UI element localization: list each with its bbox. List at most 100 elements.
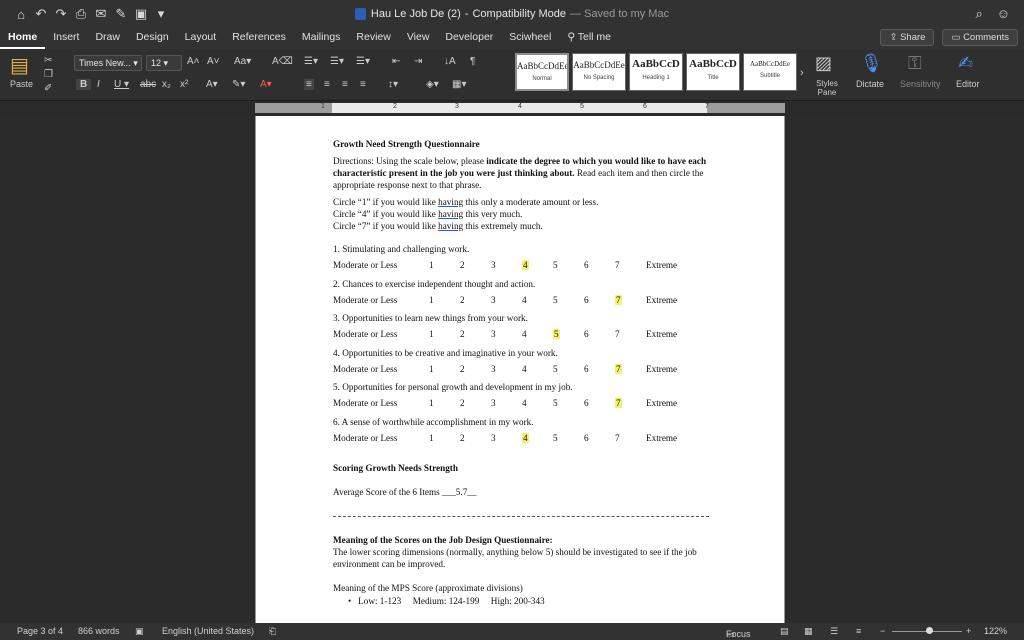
align-right-icon[interactable]: ≡ <box>342 79 348 90</box>
proofing-icon[interactable]: ▣ <box>135 626 144 637</box>
document-canvas[interactable]: Growth Need Strength Questionnaire Direc… <box>0 116 1024 623</box>
scale-option[interactable]: 4 <box>522 364 527 374</box>
home-icon[interactable]: ⌂ <box>14 7 28 22</box>
web-layout-icon[interactable]: ▦ <box>804 626 813 637</box>
zoom-slider-handle[interactable] <box>926 627 933 634</box>
customize-toolbar-icon[interactable]: ▾ <box>154 6 168 22</box>
scale-option[interactable]: 3 <box>491 398 496 408</box>
tab-draw[interactable]: Draw <box>87 28 128 49</box>
scale-option[interactable]: 4 <box>522 329 527 339</box>
scale-option[interactable]: 2 <box>460 295 465 305</box>
font-color-icon[interactable]: A▾ <box>260 79 272 90</box>
share-button[interactable]: ⇪ Share <box>880 29 935 46</box>
email-icon[interactable]: ✉ <box>94 6 108 22</box>
page-count[interactable]: Page 3 of 4 <box>17 626 63 636</box>
editor-icon[interactable]: ✍ <box>958 53 973 74</box>
scale-option[interactable]: 4 <box>522 398 527 408</box>
scale-option[interactable]: 1 <box>429 295 434 305</box>
show-marks-icon[interactable]: ¶ <box>470 56 475 67</box>
shading-icon[interactable]: ◈▾ <box>426 79 439 90</box>
shrink-font-icon[interactable]: A˅ <box>207 56 220 67</box>
scale-option[interactable]: 4 <box>522 295 527 305</box>
bold-icon[interactable]: B <box>76 79 92 90</box>
scale-option-selected[interactable]: 4 <box>522 432 529 443</box>
zoom-out-icon[interactable]: − <box>880 626 885 636</box>
tab-layout[interactable]: Layout <box>177 28 225 49</box>
scale-option[interactable]: 5 <box>553 398 558 408</box>
scale-option[interactable]: 1 <box>429 260 434 270</box>
styles-pane-label[interactable]: Styles Pane <box>812 79 842 97</box>
copy-icon[interactable]: ❐ <box>44 69 53 80</box>
multilevel-list-icon[interactable]: ☰▾ <box>356 56 370 67</box>
scale-option[interactable]: 2 <box>460 364 465 374</box>
account-icon[interactable]: ☺ <box>997 6 1010 22</box>
styles-pane-icon[interactable]: ▨ <box>815 53 832 74</box>
tab-references[interactable]: References <box>224 28 294 49</box>
ruler-track[interactable]: 1 2 3 4 5 6 7 <box>255 103 785 113</box>
tab-mailings[interactable]: Mailings <box>294 28 349 49</box>
decrease-indent-icon[interactable]: ⇤ <box>392 56 400 67</box>
style-title[interactable]: AaBbCcD Title <box>686 53 740 91</box>
scale-option[interactable]: 1 <box>429 329 434 339</box>
scale-option[interactable]: 5 <box>553 295 558 305</box>
paste-icon[interactable]: ▤ <box>10 53 29 78</box>
edit-doc-icon[interactable]: ✎ <box>114 6 128 22</box>
underline-icon[interactable]: U ▾ <box>114 79 129 90</box>
strikethrough-icon[interactable]: abc <box>140 79 156 90</box>
align-center-icon[interactable]: ≡ <box>324 79 330 90</box>
horizontal-ruler[interactable]: 1 2 3 4 5 6 7 <box>0 101 1024 116</box>
scale-option-selected[interactable]: 7 <box>615 363 622 374</box>
tab-review[interactable]: Review <box>348 28 398 49</box>
outline-view-icon[interactable]: ☰ <box>830 626 838 637</box>
accessibility-icon[interactable]: ⎗ <box>269 626 276 637</box>
tab-view[interactable]: View <box>399 28 438 49</box>
scale-option[interactable]: 6 <box>584 260 589 270</box>
subscript-icon[interactable]: x₂ <box>162 79 171 90</box>
scale-option[interactable]: 2 <box>460 433 465 443</box>
cut-icon[interactable]: ✂ <box>44 55 52 66</box>
numbering-icon[interactable]: ☰▾ <box>330 56 344 67</box>
print-icon[interactable]: ⎙ <box>74 6 88 22</box>
sensitivity-icon[interactable]: ⚿ <box>908 53 922 74</box>
sensitivity-label[interactable]: Sensitivity <box>900 79 941 89</box>
save-status[interactable]: — Saved to my Mac <box>570 8 669 20</box>
text-effects-icon[interactable]: A▾ <box>206 79 218 90</box>
scale-option[interactable]: 1 <box>429 433 434 443</box>
superscript-icon[interactable]: x² <box>180 79 188 90</box>
change-case-icon[interactable]: Aa▾ <box>234 56 251 67</box>
clear-formatting-icon[interactable]: A⌫ <box>272 56 293 67</box>
tab-tell-me[interactable]: ⚲ Tell me <box>559 28 619 49</box>
bullets-icon[interactable]: ☰▾ <box>304 56 318 67</box>
tab-home[interactable]: Home <box>0 28 46 49</box>
print-layout-icon[interactable]: ▤ <box>780 626 789 637</box>
scale-option[interactable]: 7 <box>615 329 620 339</box>
tab-sciwheel[interactable]: Sciwheel <box>501 28 559 49</box>
draft-view-icon[interactable]: ≡ <box>856 626 861 636</box>
scale-option[interactable]: 3 <box>491 433 496 443</box>
zoom-level[interactable]: 122% <box>984 626 1007 636</box>
scale-option[interactable]: 6 <box>584 398 589 408</box>
scale-option[interactable]: 6 <box>584 329 589 339</box>
scale-option[interactable]: 5 <box>553 433 558 443</box>
scale-option[interactable]: 6 <box>584 364 589 374</box>
scale-option-selected[interactable]: 4 <box>522 260 529 270</box>
format-painter-icon[interactable]: ✐ <box>44 83 52 94</box>
language[interactable]: English (United States) <box>162 626 254 636</box>
redo-icon[interactable]: ↷ <box>54 6 68 22</box>
scale-option[interactable]: 6 <box>584 295 589 305</box>
dictate-label[interactable]: Dictate <box>856 79 884 89</box>
sort-icon[interactable]: ↓A <box>444 56 456 67</box>
scale-option[interactable]: 3 <box>491 329 496 339</box>
scale-option[interactable]: 2 <box>460 329 465 339</box>
document-page[interactable]: Growth Need Strength Questionnaire Direc… <box>255 116 785 623</box>
scale-option[interactable]: 7 <box>615 260 620 270</box>
scale-option-selected[interactable]: 7 <box>615 398 622 408</box>
line-spacing-icon[interactable]: ↕▾ <box>388 79 398 90</box>
scale-option[interactable]: 2 <box>460 260 465 270</box>
increase-indent-icon[interactable]: ⇥ <box>414 56 422 67</box>
style-no-spacing[interactable]: AaBbCcDdEe No Spacing <box>572 53 626 91</box>
scale-option[interactable]: 2 <box>460 398 465 408</box>
scale-option[interactable]: 5 <box>553 260 558 270</box>
scale-option[interactable]: 5 <box>553 364 558 374</box>
tab-insert[interactable]: Insert <box>45 28 87 49</box>
